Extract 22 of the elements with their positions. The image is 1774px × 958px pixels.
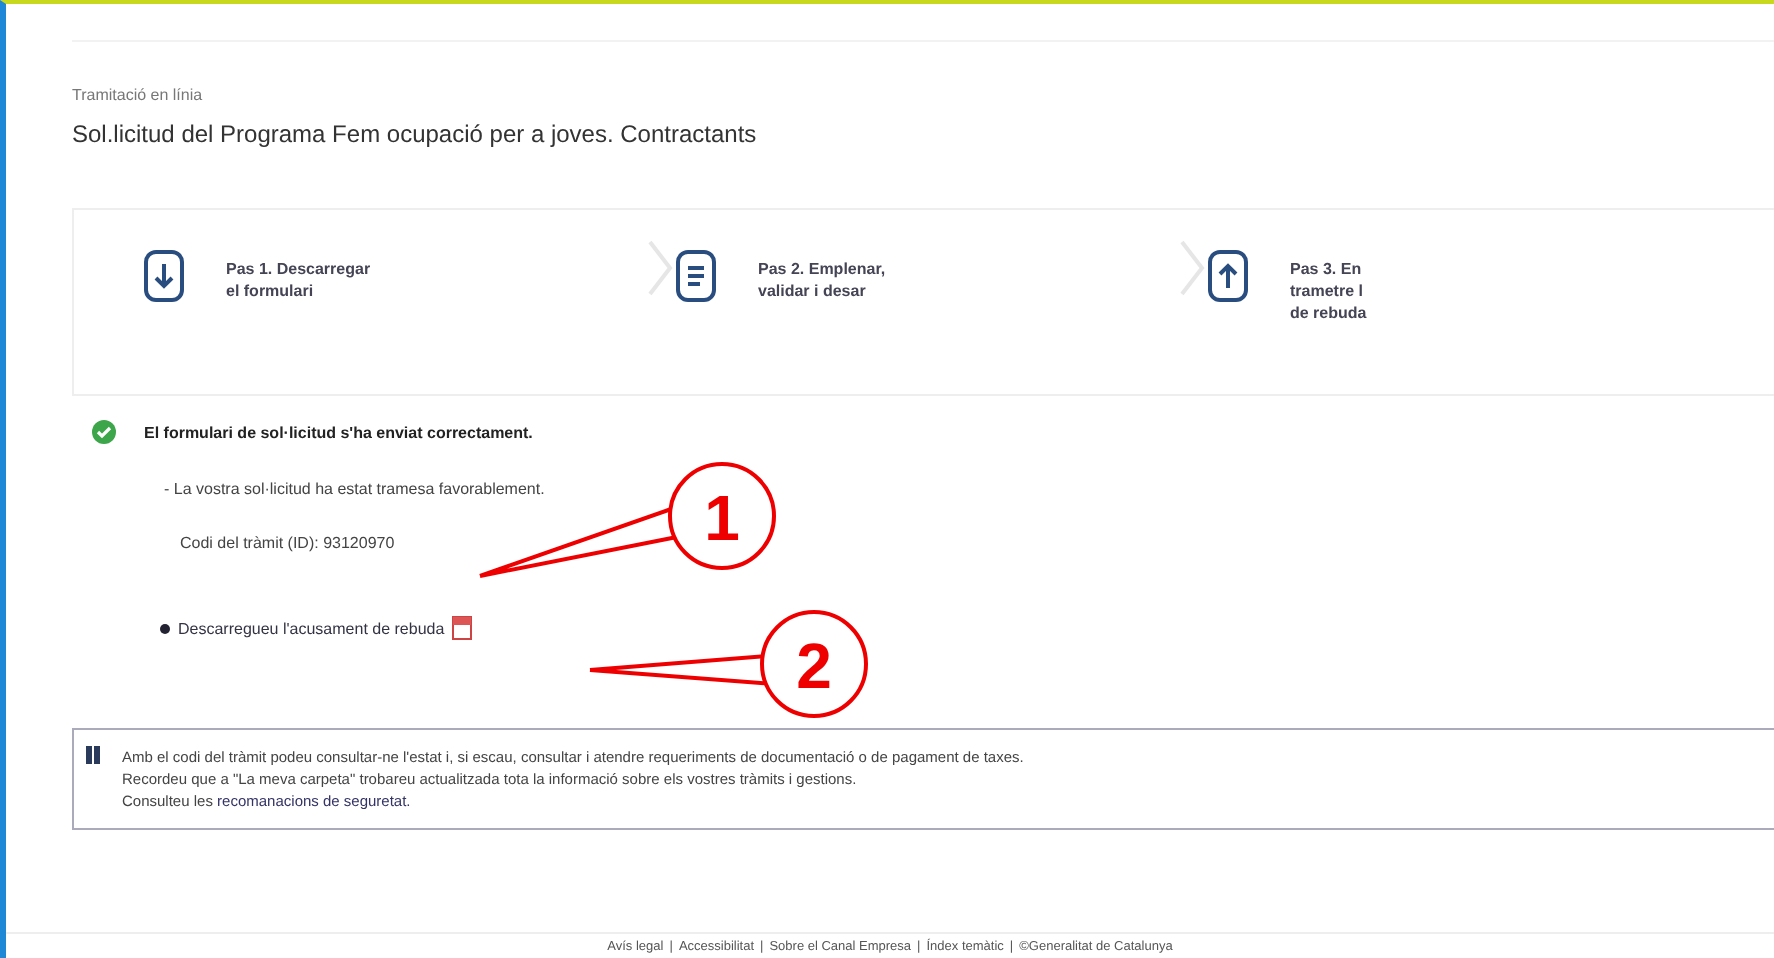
callout-number: 2 — [796, 630, 832, 702]
chevron-icon — [646, 238, 674, 298]
upload-icon — [1206, 250, 1250, 302]
breadcrumb: Tramitació en línia — [72, 86, 205, 104]
chevron-icon — [1178, 238, 1206, 298]
info-icon — [86, 746, 102, 764]
callout-circle — [668, 462, 776, 570]
step-label: Pas 2. Emplenar, validar i desar — [758, 258, 886, 302]
callout-circle — [760, 610, 868, 718]
pdf-icon — [452, 616, 473, 640]
success-message: El formulari de sol·licitud s'ha enviat correctament. — [144, 423, 533, 441]
bullet-dot — [160, 623, 170, 633]
page-title: Sol.licitud del Programa Fem ocupació per a joves. Contractants — [72, 120, 759, 148]
procedure-code: Codi del tràmit (ID): 93120970 — [180, 534, 397, 552]
document-icon — [674, 250, 718, 302]
callout-number: 1 — [704, 482, 740, 554]
download-icon — [142, 250, 186, 302]
check-icon — [92, 420, 116, 444]
download-link[interactable]: Descarregueu l'acusament de rebuda — [178, 619, 445, 637]
step-label: Pas 3. En trametre l de rebuda — [1290, 258, 1367, 324]
step-label: Pas 1. Descarregar el formulari — [226, 258, 371, 302]
status-text: - La vostra sol·licitud ha estat tramesa favorablement. — [164, 480, 547, 498]
